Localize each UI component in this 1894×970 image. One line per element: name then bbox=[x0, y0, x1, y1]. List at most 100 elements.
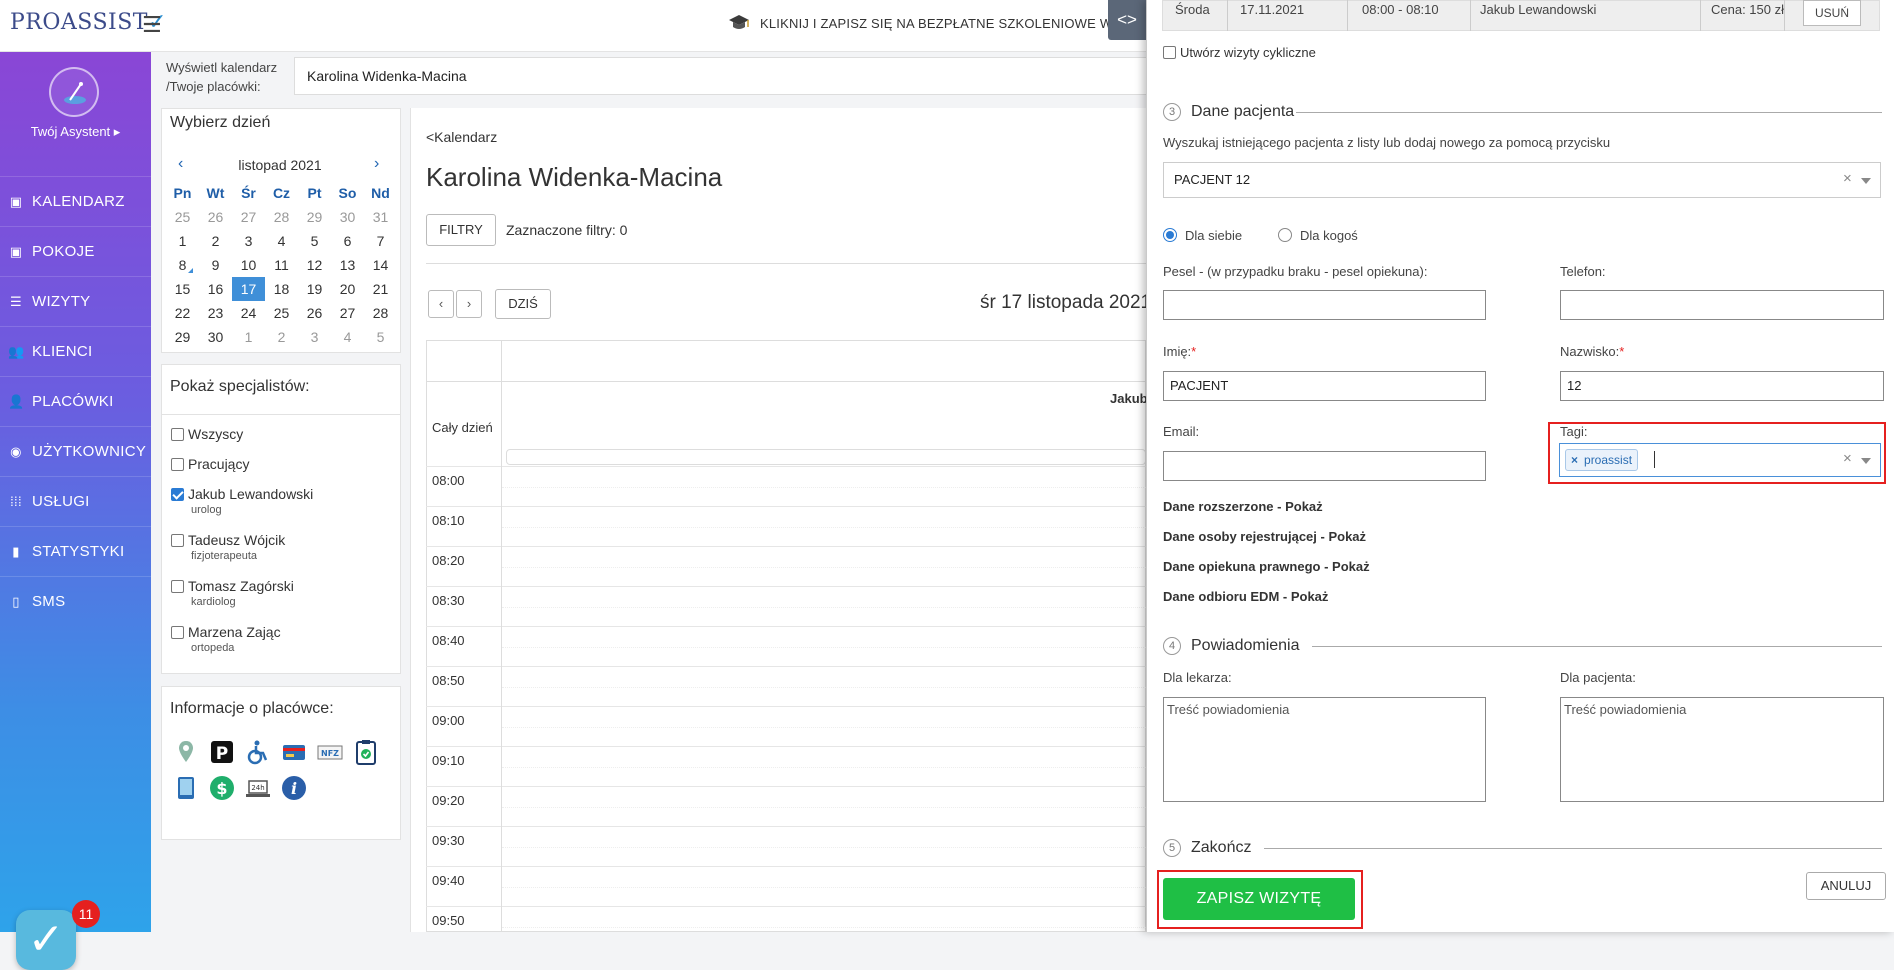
time-slot-row[interactable]: 08:10 bbox=[426, 506, 1146, 546]
checkbox-box[interactable] bbox=[171, 626, 184, 639]
last-name-input[interactable]: 12 bbox=[1560, 371, 1884, 401]
nav-item-użytkownicy[interactable]: ◉ UŻYTKOWNICY bbox=[0, 426, 151, 476]
nav-item-kalendarz[interactable]: ▣ KALENDARZ bbox=[0, 176, 151, 226]
expand-section-link[interactable]: Dane osoby rejestrującej - Pokaż bbox=[1163, 529, 1366, 544]
expand-section-link[interactable]: Dane rozszerzone - Pokaż bbox=[1163, 499, 1323, 514]
clear-patient-icon[interactable]: × bbox=[1843, 170, 1852, 187]
day-cell[interactable]: 30 bbox=[199, 325, 232, 349]
day-cell[interactable]: 3 bbox=[298, 325, 331, 349]
radio-for-other[interactable]: Dla kogoś bbox=[1278, 228, 1358, 243]
phone-input[interactable] bbox=[1560, 290, 1884, 320]
day-cell[interactable]: 15 bbox=[166, 277, 199, 301]
time-slot-row[interactable]: 09:10 bbox=[426, 746, 1146, 786]
first-name-input[interactable]: PACJENT bbox=[1163, 371, 1486, 401]
time-slot-row[interactable]: 08:20 bbox=[426, 546, 1146, 586]
specialist-checkbox[interactable]: Tomasz Zagórski kardiolog bbox=[171, 578, 294, 608]
remove-appointment-button[interactable]: USUŃ bbox=[1803, 0, 1861, 26]
prev-day-button[interactable]: ‹ bbox=[428, 290, 454, 318]
user-menu-toggle[interactable]: Twój Asystent ▸ bbox=[0, 124, 151, 140]
day-cell[interactable]: 2 bbox=[199, 229, 232, 253]
patient-select[interactable]: PACJENT 12 bbox=[1163, 162, 1881, 198]
specialist-checkbox[interactable]: Tadeusz Wójcik fizjoterapeuta bbox=[171, 532, 285, 562]
hamburger-menu-icon[interactable]: ☰ bbox=[142, 12, 162, 38]
day-cell[interactable]: 8 bbox=[166, 253, 199, 277]
day-cell[interactable]: 29 bbox=[166, 325, 199, 349]
day-cell[interactable]: 29 bbox=[298, 205, 331, 229]
nav-item-statystyki[interactable]: ▮ STATYSTYKI bbox=[0, 526, 151, 576]
specialist-checkbox[interactable]: Marzena Zając ortopeda bbox=[171, 624, 281, 654]
time-slot-row[interactable]: 09:00 bbox=[426, 706, 1146, 746]
day-cell[interactable]: 26 bbox=[298, 301, 331, 325]
day-cell[interactable]: 21 bbox=[364, 277, 397, 301]
day-cell[interactable]: 31 bbox=[364, 205, 397, 229]
day-cell[interactable]: 25 bbox=[166, 205, 199, 229]
time-slot-row[interactable]: 08:30 bbox=[426, 586, 1146, 626]
day-cell[interactable]: 10 bbox=[232, 253, 265, 277]
nav-item-sms[interactable]: ▯ SMS bbox=[0, 576, 151, 626]
day-cell-selected[interactable]: 17 bbox=[232, 277, 265, 301]
day-cell[interactable]: 30 bbox=[331, 205, 364, 229]
day-cell[interactable]: 23 bbox=[199, 301, 232, 325]
day-cell[interactable]: 2 bbox=[265, 325, 298, 349]
time-slot-row[interactable]: 09:50 bbox=[426, 906, 1146, 946]
patient-notification-textarea[interactable]: Treść powiadomienia bbox=[1560, 697, 1884, 802]
day-cell[interactable]: 19 bbox=[298, 277, 331, 301]
radio-button[interactable] bbox=[1278, 228, 1292, 242]
checkbox-box[interactable] bbox=[171, 488, 184, 501]
checkbox-box[interactable] bbox=[171, 458, 184, 471]
training-promo-banner[interactable]: KLIKNIJ I ZAPISZ SIĘ NA BEZPŁATNE SZKOLE… bbox=[728, 14, 1112, 32]
doctor-notification-textarea[interactable]: Treść powiadomienia bbox=[1163, 697, 1486, 802]
facility-select[interactable]: Karolina Widenka-Macina bbox=[294, 57, 1154, 95]
day-cell[interactable]: 13 bbox=[331, 253, 364, 277]
nav-item-pokoje[interactable]: ▣ POKOJE bbox=[0, 226, 151, 276]
drawer-toggle-button[interactable]: <> bbox=[1108, 0, 1146, 40]
time-slot-row[interactable]: 08:40 bbox=[426, 626, 1146, 666]
day-cell[interactable]: 26 bbox=[199, 205, 232, 229]
cyclic-visits-checkbox[interactable]: Utwórz wizyty cykliczne bbox=[1163, 45, 1316, 60]
radio-for-self[interactable]: Dla siebie bbox=[1163, 228, 1242, 243]
day-cell[interactable]: 11 bbox=[265, 253, 298, 277]
avatar[interactable] bbox=[49, 67, 99, 117]
chevron-down-icon[interactable] bbox=[1861, 178, 1871, 184]
cancel-button[interactable]: ANULUJ bbox=[1806, 872, 1886, 900]
day-cell[interactable]: 18 bbox=[265, 277, 298, 301]
next-month-button[interactable]: › bbox=[374, 155, 379, 173]
nav-item-wizyty[interactable]: ☰ WIZYTY bbox=[0, 276, 151, 326]
checkbox-box[interactable] bbox=[171, 580, 184, 593]
day-cell[interactable]: 5 bbox=[364, 325, 397, 349]
time-slot-row[interactable]: 08:50 bbox=[426, 666, 1146, 706]
day-cell[interactable]: 4 bbox=[265, 229, 298, 253]
checkbox-box[interactable] bbox=[171, 534, 184, 547]
today-button[interactable]: DZIŚ bbox=[495, 289, 551, 319]
expand-section-link[interactable]: Dane opiekuna prawnego - Pokaż bbox=[1163, 559, 1370, 574]
day-cell[interactable]: 20 bbox=[331, 277, 364, 301]
time-slot-row[interactable]: 08:00 bbox=[426, 466, 1146, 506]
day-cell[interactable]: 22 bbox=[166, 301, 199, 325]
clear-tags-icon[interactable]: × bbox=[1843, 450, 1852, 467]
email-input[interactable] bbox=[1163, 451, 1486, 481]
prev-month-button[interactable]: ‹ bbox=[178, 155, 183, 173]
day-cell[interactable]: 25 bbox=[265, 301, 298, 325]
save-appointment-button[interactable]: ZAPISZ WIZYTĘ bbox=[1163, 878, 1355, 920]
chevron-down-icon[interactable] bbox=[1861, 458, 1871, 464]
time-slot-row[interactable]: 09:40 bbox=[426, 866, 1146, 906]
day-cell[interactable]: 24 bbox=[232, 301, 265, 325]
day-cell[interactable]: 1 bbox=[166, 229, 199, 253]
day-cell[interactable]: 5 bbox=[298, 229, 331, 253]
expand-section-link[interactable]: Dane odbioru EDM - Pokaż bbox=[1163, 589, 1328, 604]
day-cell[interactable]: 28 bbox=[364, 301, 397, 325]
specialist-checkbox[interactable]: Wszyscy bbox=[171, 426, 243, 442]
day-cell[interactable]: 7 bbox=[364, 229, 397, 253]
day-cell[interactable]: 3 bbox=[232, 229, 265, 253]
day-cell[interactable]: 16 bbox=[199, 277, 232, 301]
specialist-checkbox[interactable]: Jakub Lewandowski urolog bbox=[171, 486, 313, 516]
nav-item-klienci[interactable]: 👥 KLIENCI bbox=[0, 326, 151, 376]
back-to-calendar-link[interactable]: <Kalendarz bbox=[426, 129, 497, 145]
radio-button[interactable] bbox=[1163, 228, 1177, 242]
filters-button[interactable]: FILTRY bbox=[426, 214, 496, 246]
nav-item-usługi[interactable]: ⁞⁞⁞ USŁUGI bbox=[0, 476, 151, 526]
day-cell[interactable]: 12 bbox=[298, 253, 331, 277]
checklist-check-icon[interactable]: ✓ bbox=[16, 910, 76, 970]
day-cell[interactable]: 27 bbox=[331, 301, 364, 325]
day-cell[interactable]: 1 bbox=[232, 325, 265, 349]
